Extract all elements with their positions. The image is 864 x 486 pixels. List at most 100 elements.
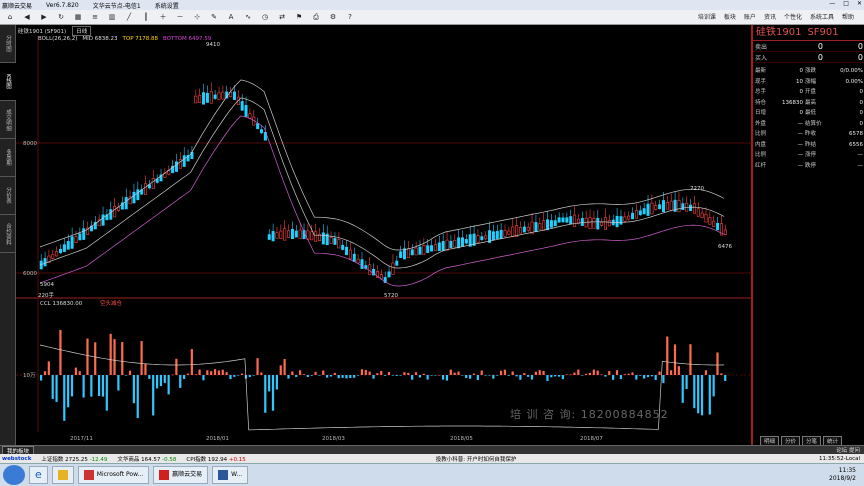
candle — [348, 249, 352, 260]
candle — [422, 245, 426, 255]
volume-bar — [140, 341, 143, 375]
volume-bar — [573, 372, 576, 375]
volume-bar — [627, 373, 630, 375]
volume-bar — [159, 375, 163, 387]
volume-bar — [341, 375, 344, 378]
candle — [600, 221, 604, 226]
chart-header: 硅铁1901 (SF901) 日线 — [18, 25, 92, 36]
start-button[interactable] — [3, 465, 25, 485]
volume-bar — [264, 375, 267, 413]
candle — [221, 91, 225, 100]
boll-label: BOLL(26,26,2) — [38, 36, 78, 42]
period-selector[interactable]: 日线 — [72, 25, 92, 36]
taskbar-word[interactable]: W... — [212, 466, 249, 484]
volume-bar — [546, 375, 549, 381]
ask-row[interactable]: 卖出 0 0 — [753, 41, 864, 52]
candle — [526, 226, 530, 231]
candle — [356, 258, 360, 264]
volume-bar — [646, 375, 650, 378]
taskbar-trading[interactable]: 赢顺云交易 — [153, 466, 209, 484]
boll-indicator-line: BOLL(26,26,2) MID 6838.23 TOP 7178.88 BO… — [38, 36, 211, 44]
taskbar-ie[interactable]: e — [29, 466, 48, 484]
candle — [437, 242, 441, 252]
index-ticker: webstock 上证指数 2725.25 -12.49 文华商品 164.57… — [0, 454, 864, 463]
volume-bar — [511, 371, 514, 375]
bid-row[interactable]: 买入 0 0 — [753, 52, 864, 63]
quote-label: 外盘 — [755, 120, 767, 127]
candle — [557, 217, 561, 223]
candle — [62, 244, 66, 252]
volume-bar — [685, 375, 688, 390]
wh-change: -0.58 — [162, 456, 177, 463]
candle — [109, 209, 113, 220]
volume-bar — [326, 375, 329, 378]
mid-value: 6838.23 — [94, 36, 118, 42]
volume-bar — [171, 374, 174, 376]
volume-bar — [693, 375, 696, 409]
date-label: 2017/11 — [70, 436, 93, 442]
candle — [661, 200, 665, 213]
volume-bar — [418, 375, 421, 378]
watermark: 培 训 咨 询: 18200884852 — [510, 408, 669, 421]
sh-change: -12.49 — [89, 456, 108, 463]
volume-bar — [387, 372, 391, 375]
volume-bar — [206, 370, 209, 375]
candle — [174, 161, 178, 172]
volume-bar — [82, 375, 85, 398]
volume-bar — [588, 372, 592, 375]
volume-bar — [43, 371, 47, 375]
volume-bar — [635, 375, 638, 380]
contract-code: SF901 — [807, 27, 839, 38]
candle — [43, 258, 47, 267]
taskbar-explorer[interactable] — [51, 466, 74, 484]
news-ticker[interactable]: 投教小科普: 开户时如何自我保护 — [436, 455, 517, 463]
quote-label: 昨结 — [805, 141, 817, 148]
volume-bar — [472, 373, 476, 375]
quote-value: — — [797, 152, 804, 158]
volume-bar — [662, 375, 665, 384]
volume-bar — [461, 375, 464, 376]
quote-label: 比例 — [755, 152, 767, 158]
candle — [457, 237, 461, 249]
volume-bar — [697, 375, 700, 414]
candle — [476, 235, 480, 243]
candle — [410, 249, 414, 256]
volume-bar — [476, 375, 479, 381]
folder-icon — [57, 470, 68, 480]
quote-value: — — [857, 162, 864, 169]
volume-bar — [457, 371, 460, 375]
candle — [712, 220, 716, 227]
volume-bar — [40, 375, 43, 381]
volume-bar — [152, 375, 155, 416]
volume-bar — [318, 375, 321, 376]
candle — [658, 204, 662, 209]
candle — [495, 231, 499, 239]
system-clock[interactable]: 11:35 2018/9/2 — [829, 467, 856, 483]
forum-link[interactable]: 论坛 提问 — [836, 446, 860, 454]
candle — [642, 208, 646, 215]
taskbar-ppt[interactable]: Microsoft Pow... — [77, 466, 150, 484]
candle — [217, 92, 221, 100]
volume-bar — [527, 375, 530, 377]
candle — [654, 205, 658, 210]
volume-bar — [399, 375, 402, 376]
volume-bar — [190, 349, 193, 375]
kline-chart: 8000600010万CCL 136830.00 空头减仓941072705904… — [16, 36, 752, 432]
taskbar-word-label: W... — [231, 471, 243, 478]
candle — [580, 217, 584, 226]
volume-bar — [128, 370, 132, 375]
volume-bar — [51, 375, 54, 399]
volume-bar — [488, 375, 491, 376]
candle — [260, 129, 264, 134]
volume-bar — [542, 370, 545, 375]
quote-value: — — [857, 152, 864, 158]
quote-value: 0.00% — [845, 78, 863, 85]
candle — [704, 213, 708, 223]
volume-bar — [569, 374, 572, 376]
volume-bar — [202, 375, 205, 381]
candle — [689, 204, 693, 211]
candle — [561, 217, 565, 223]
candle — [596, 218, 600, 230]
candle — [391, 262, 395, 275]
volume-bar — [132, 375, 135, 404]
